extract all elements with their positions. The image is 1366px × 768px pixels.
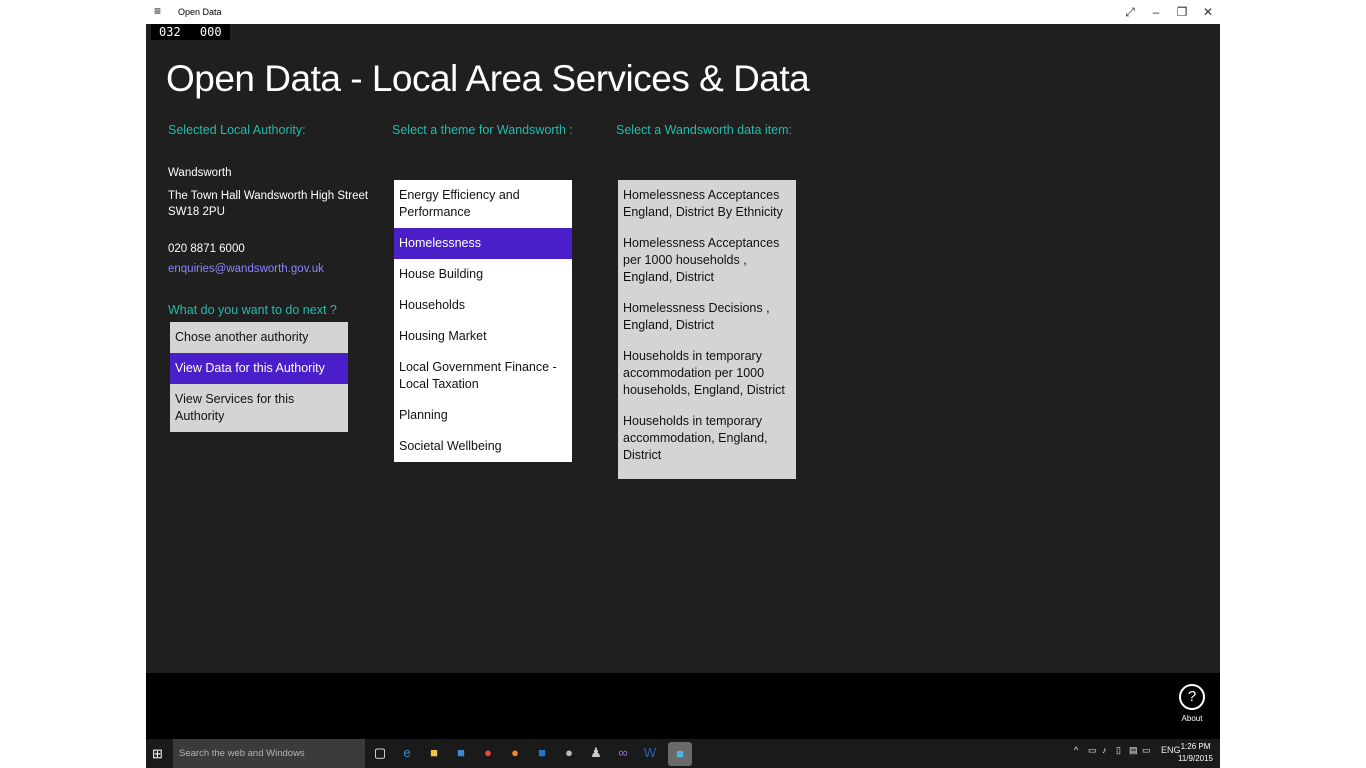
window-title: Open Data: [178, 7, 222, 17]
about-button[interactable]: ? About: [1179, 684, 1205, 723]
title-bar: ≡ Open Data ⤢ – ❐ ✕: [146, 0, 1220, 24]
theme-item-planning[interactable]: Planning: [394, 400, 572, 431]
app-window: ≡ Open Data ⤢ – ❐ ✕ 032 000 Open Data - …: [146, 0, 1220, 768]
taskbar-search-box[interactable]: Search the web and Windows: [173, 739, 365, 768]
data-item-temp-accommodation-per-1000[interactable]: Households in temporary accommodation pe…: [618, 341, 796, 406]
app-bar: [146, 673, 1220, 739]
theme-list: Energy Efficiency and Performance Homele…: [394, 180, 572, 462]
authority-phone: 020 8871 6000: [168, 243, 245, 255]
counter-value-1: 032: [159, 25, 181, 39]
authority-address-line2: SW18 2PU: [168, 206, 225, 218]
fullscreen-icon[interactable]: ⤢: [1121, 4, 1139, 20]
word-icon[interactable]: W: [641, 744, 659, 762]
authority-name: Wandsworth: [168, 167, 232, 179]
theme-label: Select a theme for Wandsworth :: [392, 123, 573, 137]
action-item-view-data[interactable]: View Data for this Authority: [170, 353, 348, 384]
outlook-icon[interactable]: ■: [533, 744, 551, 762]
volume-icon[interactable]: ♪: [1102, 745, 1107, 755]
hamburger-menu-icon[interactable]: ≡: [154, 5, 161, 17]
theme-item-housing-market[interactable]: Housing Market: [394, 321, 572, 352]
data-item-list: Homelessness Acceptances England, Distri…: [618, 180, 796, 479]
page-title: Open Data - Local Area Services & Data: [166, 58, 810, 99]
data-item-label: Select a Wandsworth data item:: [616, 123, 793, 137]
data-item-acceptances-ethnicity[interactable]: Homelessness Acceptances England, Distri…: [618, 180, 796, 228]
action-center-icon[interactable]: ▤: [1129, 745, 1138, 756]
theme-item-energy[interactable]: Energy Efficiency and Performance: [394, 180, 572, 228]
frame-counter: 032 000: [151, 24, 230, 40]
theme-item-local-government-finance[interactable]: Local Government Finance - Local Taxatio…: [394, 352, 572, 400]
open-data-taskbar-icon[interactable]: ■: [668, 742, 692, 766]
taskbar: ⊞ Search the web and Windows ▢ e ■ ■ ● ●…: [146, 739, 1220, 768]
edge-browser-icon[interactable]: e: [398, 744, 416, 762]
tray-chevron-icon[interactable]: ^: [1074, 745, 1078, 755]
authority-email-link[interactable]: enquiries@wandsworth.gov.uk: [168, 261, 324, 277]
action-item-chose-authority[interactable]: Chose another authority: [170, 322, 348, 353]
counter-value-2: 000: [199, 25, 222, 39]
file-explorer-icon[interactable]: ■: [425, 744, 443, 762]
authority-label: Selected Local Authority:: [168, 123, 306, 137]
action-item-view-services[interactable]: View Services for this Authority: [170, 384, 348, 432]
data-item-temp-accommodation[interactable]: Households in temporary accommodation, E…: [618, 406, 796, 471]
clock-date: 11/9/2015: [1178, 754, 1213, 763]
clock-time: 1:26 PM: [1180, 742, 1211, 751]
power-icon[interactable]: ▯: [1116, 745, 1121, 756]
network-icon[interactable]: ▭: [1088, 745, 1097, 756]
database-icon[interactable]: ●: [560, 744, 578, 762]
firefox-icon[interactable]: ●: [506, 744, 524, 762]
about-label: About: [1181, 714, 1203, 723]
minimize-button[interactable]: –: [1147, 4, 1165, 20]
maximize-button[interactable]: ❐: [1173, 4, 1191, 20]
app-tool-icon[interactable]: ♟: [587, 744, 605, 762]
action-list: Chose another authority View Data for th…: [170, 322, 348, 432]
close-button[interactable]: ✕: [1199, 4, 1217, 20]
authority-address-line1: The Town Hall Wandsworth High Street: [168, 190, 369, 202]
theme-item-homelessness[interactable]: Homelessness: [394, 228, 572, 259]
windows-start-icon[interactable]: ⊞: [152, 746, 163, 762]
keyboard-icon[interactable]: ▭: [1142, 745, 1151, 756]
store-icon[interactable]: ■: [452, 744, 470, 762]
theme-item-house-building[interactable]: House Building: [394, 259, 572, 290]
theme-item-households[interactable]: Households: [394, 290, 572, 321]
chrome-icon[interactable]: ●: [479, 744, 497, 762]
data-item-acceptances-per-1000[interactable]: Homelessness Acceptances per 1000 househ…: [618, 228, 796, 293]
data-item-decisions[interactable]: Homelessness Decisions , England, Distri…: [618, 293, 796, 341]
taskbar-clock[interactable]: 1:26 PM 11/9/2015: [1178, 741, 1213, 765]
next-action-label: What do you want to do next ?: [168, 303, 337, 317]
theme-item-societal-wellbeing[interactable]: Societal Wellbeing: [394, 431, 572, 462]
task-view-icon[interactable]: ▢: [371, 744, 389, 762]
help-icon: ?: [1179, 684, 1205, 710]
visual-studio-icon[interactable]: ∞: [614, 744, 632, 762]
